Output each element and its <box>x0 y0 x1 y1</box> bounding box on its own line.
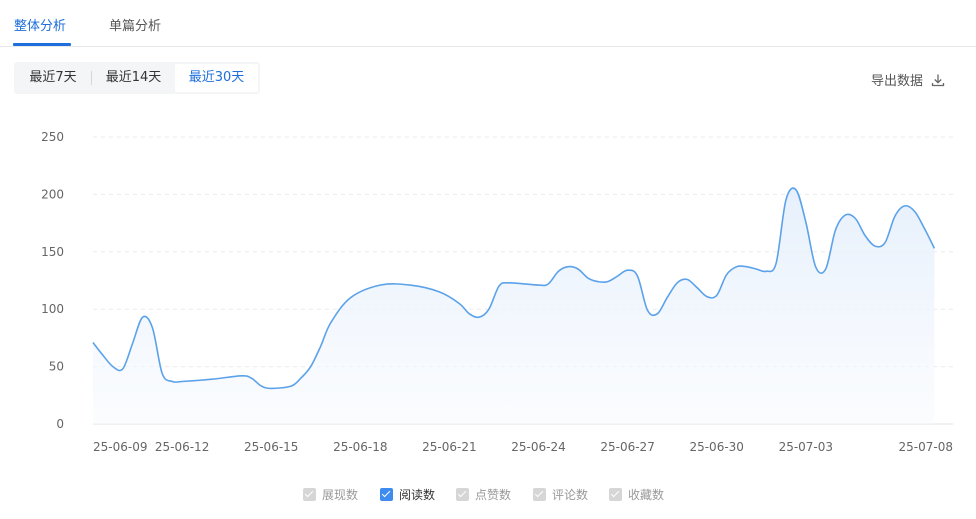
x-tick-label: 25-06-27 <box>600 440 654 454</box>
legend-label: 阅读数 <box>399 487 436 502</box>
y-tick-label: 250 <box>41 130 64 144</box>
reads-area-fill <box>93 188 935 424</box>
checkbox-icon <box>303 487 316 501</box>
legend-impressions[interactable]: 展现数 <box>303 484 358 504</box>
legend-label: 展现数 <box>322 487 359 502</box>
legend-comments[interactable]: 评论数 <box>533 484 588 504</box>
legend-label: 点赞数 <box>475 487 512 502</box>
y-tick-label: 150 <box>41 245 64 259</box>
x-tick-label: 25-06-09 <box>93 440 147 454</box>
x-tick-label: 25-06-18 <box>333 440 387 454</box>
checkbox-icon <box>533 487 546 501</box>
legend-label: 收藏数 <box>628 487 665 502</box>
checkbox-icon <box>609 487 622 501</box>
y-tick-label: 100 <box>41 302 64 316</box>
tab-overall-analysis[interactable]: 整体分析 <box>14 15 66 34</box>
range-7-days-button[interactable]: 最近7天 <box>14 62 92 94</box>
legend-label: 评论数 <box>552 487 589 502</box>
active-tab-indicator <box>13 43 71 46</box>
range-14-days-button[interactable]: 最近14天 <box>92 62 175 94</box>
y-tick-label: 50 <box>49 360 64 374</box>
analysis-tabs: 整体分析 单篇分析 <box>0 0 976 47</box>
export-data-label: 导出数据 <box>870 74 923 89</box>
x-axis: 25-06-09 25-06-12 25-06-15 25-06-18 25-06-21… <box>93 440 953 454</box>
checkbox-icon <box>380 487 393 501</box>
export-data-button[interactable]: 导出数据 <box>871 70 945 89</box>
range-30-days-button[interactable]: 最近30天 <box>175 64 258 92</box>
legend-favorites[interactable]: 收藏数 <box>609 484 664 504</box>
reads-trend-chart: 0 50 100 150 200 250 25-06-09 25-06-12 25-06-15… <box>41 130 953 454</box>
date-range-selector: 最近7天 最近14天 最近30天 <box>14 62 260 94</box>
y-axis: 0 50 100 150 200 250 <box>41 130 64 431</box>
y-tick-label: 0 <box>56 417 64 431</box>
x-tick-label: 25-06-15 <box>244 440 298 454</box>
x-tick-label: 25-06-21 <box>422 440 476 454</box>
legend-reads[interactable]: 阅读数 <box>380 484 435 504</box>
y-tick-label: 200 <box>41 187 64 201</box>
x-tick-label: 25-06-24 <box>511 440 565 454</box>
download-icon <box>931 74 945 86</box>
chart-legend: 展现数 阅读数 点赞数 评论数 收藏数 <box>0 484 976 504</box>
x-tick-label: 25-07-03 <box>779 440 833 454</box>
legend-likes[interactable]: 点赞数 <box>456 484 511 504</box>
checkbox-icon <box>456 487 469 501</box>
tab-single-article-analysis[interactable]: 单篇分析 <box>109 15 161 34</box>
x-tick-label: 25-07-08 <box>899 440 953 454</box>
x-tick-label: 25-06-12 <box>155 440 209 454</box>
x-tick-label: 25-06-30 <box>689 440 743 454</box>
